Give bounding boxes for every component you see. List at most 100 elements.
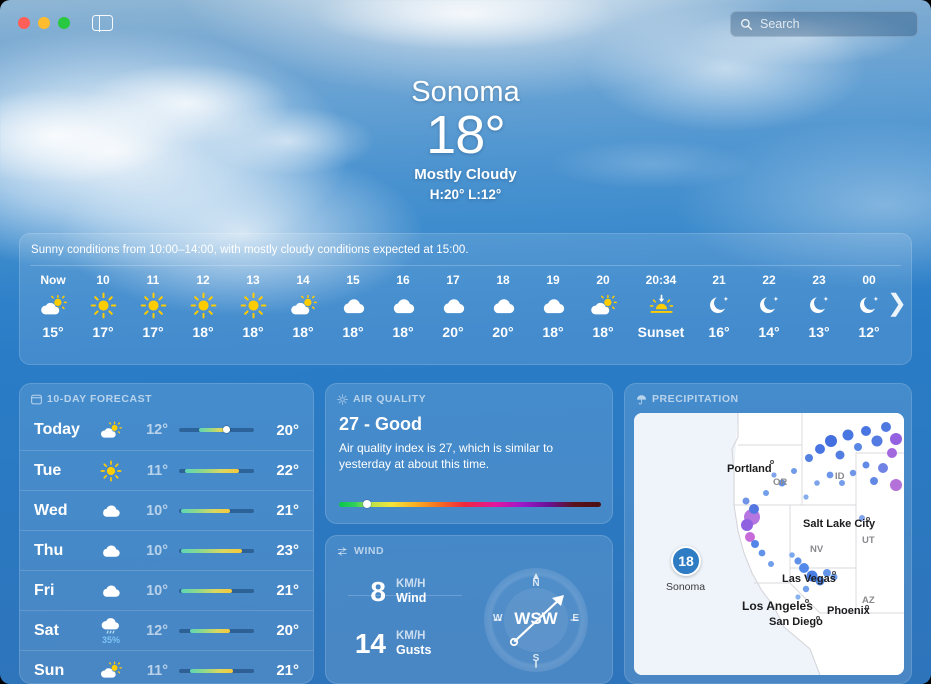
- air-quality-title: AIR QUALITY: [353, 393, 427, 405]
- day-high-temp: 23°: [276, 542, 299, 559]
- hour-column[interactable]: 11 17°: [128, 273, 178, 340]
- map-location-badge[interactable]: 18: [671, 546, 701, 576]
- day-row[interactable]: Thu 10° 23°: [20, 530, 313, 570]
- day-row[interactable]: Sat 35% 12° 20°: [20, 610, 313, 650]
- hour-column[interactable]: 12 18°: [178, 273, 228, 340]
- wind-gusts-label: Gusts: [396, 643, 432, 658]
- hour-column[interactable]: 14 18°: [278, 273, 328, 340]
- day-low-temp: 10°: [146, 502, 168, 519]
- hour-label: 15: [346, 272, 360, 287]
- hour-temp: 12°: [858, 323, 880, 340]
- hour-column[interactable]: 18 20°: [478, 273, 528, 340]
- hour-temp: Sunset: [637, 323, 685, 340]
- calendar-icon: [31, 394, 42, 404]
- temp-range-fill: [185, 468, 239, 473]
- cloud-icon: [443, 299, 464, 314]
- moon-icon: [759, 296, 779, 314]
- map-label-portland: Portland: [727, 463, 772, 475]
- hour-column[interactable]: 10 17°: [78, 273, 128, 340]
- hour-column[interactable]: 15 18°: [328, 273, 378, 340]
- hour-temp: 18°: [192, 323, 214, 340]
- search-input[interactable]: Search: [730, 11, 918, 37]
- day-name: Sat: [34, 621, 59, 639]
- sun-icon: [140, 292, 166, 319]
- chevron-right-icon[interactable]: ❯: [887, 292, 907, 316]
- day-rows[interactable]: Today 12° 20° Tue 11° 22° Wed 10° 21° Thu 10° 2…: [20, 410, 313, 683]
- precipitation-title: PRECIPITATION: [652, 393, 739, 405]
- day-high-temp: 21°: [276, 582, 299, 599]
- hour-column[interactable]: 13 18°: [228, 273, 278, 340]
- cloud-icon: [343, 299, 364, 314]
- hour-label: 17: [446, 272, 460, 287]
- middle-column: AIR QUALITY 27 - Good Air quality index …: [325, 383, 613, 684]
- sun-icon: [240, 292, 266, 319]
- air-quality-panel[interactable]: AIR QUALITY 27 - Good Air quality index …: [325, 383, 613, 524]
- cloud-icon: [103, 585, 120, 597]
- day-row[interactable]: Today 12° 20°: [20, 410, 313, 450]
- air-quality-header: AIR QUALITY: [326, 384, 612, 405]
- hour-label: 16: [396, 272, 410, 287]
- temp-range-fill: [180, 548, 242, 553]
- hour-column[interactable]: 21 16°: [694, 273, 744, 340]
- close-button[interactable]: [18, 17, 30, 29]
- hour-condition-icon: [328, 290, 378, 322]
- sidebar-icon[interactable]: [92, 14, 113, 32]
- hour-temp: 20°: [492, 323, 514, 340]
- hour-condition-icon: [428, 290, 478, 322]
- divider: [348, 595, 462, 596]
- wind-header: WIND: [326, 536, 612, 557]
- wind-speed-value: 8: [370, 576, 386, 607]
- hour-column[interactable]: 19 18°: [528, 273, 578, 340]
- precipitation-map[interactable]: 18 Portland OR ID Salt Lake City UT NV S…: [634, 413, 904, 675]
- temp-range-bar: [179, 426, 254, 434]
- sun-icon: [190, 292, 216, 319]
- day-name: Today: [34, 421, 80, 438]
- hour-condition-icon: [278, 290, 328, 322]
- high-low-temp: H:20° L:12°: [429, 186, 502, 202]
- hour-condition-icon: [694, 290, 744, 322]
- precip-chance: 35%: [101, 635, 120, 646]
- day-row[interactable]: Sun 11° 21°: [20, 650, 313, 683]
- moon-icon: [859, 296, 879, 314]
- hour-condition-icon: [628, 290, 694, 322]
- hour-label: 21: [712, 272, 726, 287]
- hour-column[interactable]: 23 13°: [794, 273, 844, 340]
- current-temp-dot: [222, 426, 230, 434]
- wind-speed-row: 8 KM/H Wind: [326, 566, 474, 618]
- hour-temp: 14°: [758, 323, 780, 340]
- hour-condition-icon: [78, 290, 128, 322]
- hour-column[interactable]: 16 18°: [378, 273, 428, 340]
- wind-icon: [337, 546, 347, 556]
- temp-range-fill: [189, 628, 230, 633]
- wind-panel[interactable]: WIND 8 KM/H Wind 14 KM/H Gusts N S W E W…: [325, 535, 613, 684]
- day-row[interactable]: Fri 10° 21°: [20, 570, 313, 610]
- hour-column[interactable]: 20:34 Sunset: [628, 273, 694, 340]
- weather-window: Search Sonoma 18° Mostly Cloudy H:20° L:…: [0, 0, 931, 684]
- day-condition-icon: [90, 542, 132, 559]
- map-label-nv: NV: [810, 544, 824, 555]
- minimize-button[interactable]: [38, 17, 50, 29]
- hour-temp: 20°: [442, 323, 464, 340]
- maximize-button[interactable]: [58, 17, 70, 29]
- hour-column[interactable]: 22 14°: [744, 273, 794, 340]
- hourly-list[interactable]: Now 15° 10 17° 11 17° 12 18° 13 18° 14 1…: [20, 266, 911, 340]
- map-dot-las-vegas: [832, 571, 836, 575]
- hourly-forecast-panel[interactable]: Sunny conditions from 10:00–14:00, with …: [19, 233, 912, 365]
- temp-range-bar: [179, 588, 254, 593]
- hour-column[interactable]: 17 20°: [428, 273, 478, 340]
- hour-label: 14: [296, 272, 310, 287]
- hour-label: 23: [812, 272, 826, 287]
- precipitation-panel[interactable]: PRECIPITATION 18 Portland OR ID Salt Lak…: [624, 383, 912, 684]
- hour-column[interactable]: 20 18°: [578, 273, 628, 340]
- hour-label: 10: [96, 272, 110, 287]
- search-placeholder: Search: [760, 17, 800, 31]
- day-row[interactable]: Tue 11° 22°: [20, 450, 313, 490]
- hour-label: 22: [762, 272, 776, 287]
- day-row[interactable]: Wed 10° 21°: [20, 490, 313, 530]
- day-high-temp: 21°: [276, 662, 299, 679]
- map-label-san-diego: San Diego: [769, 616, 823, 628]
- hour-column[interactable]: Now 15°: [28, 273, 78, 340]
- hour-label: 20:34: [645, 272, 677, 287]
- ten-day-forecast-panel[interactable]: 10-DAY FORECAST Today 12° 20° Tue 11° 22° We…: [19, 383, 314, 684]
- compass-south-label: S: [532, 653, 540, 664]
